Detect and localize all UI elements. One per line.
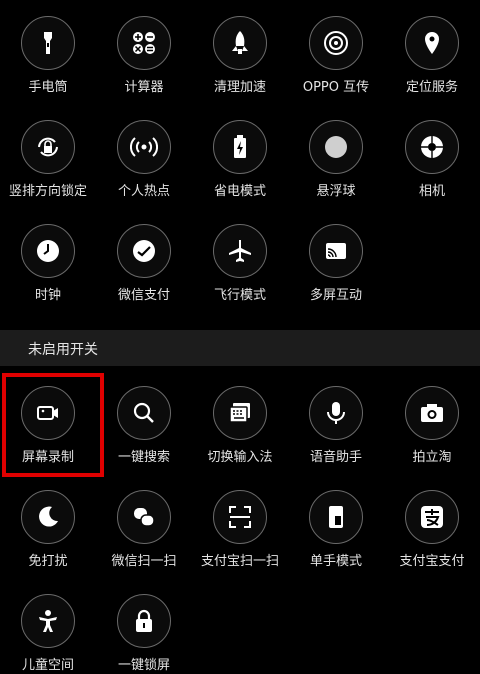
- tile-label: 个人热点: [117, 184, 170, 199]
- tile-label: 相机: [418, 184, 445, 199]
- rocket-icon: [213, 16, 267, 70]
- tile-label: 支付宝扫一扫: [200, 554, 279, 569]
- tile-airplane-mode[interactable]: 飞行模式: [192, 224, 288, 304]
- microphone-icon: [309, 386, 363, 440]
- tile-one-hand-mode[interactable]: 单手模式: [288, 490, 384, 570]
- tile-rotation-lock[interactable]: 竖排方向锁定: [0, 120, 96, 200]
- tile-label: 微信扫一扫: [111, 554, 177, 569]
- tile-screen-record[interactable]: 屏幕录制: [0, 386, 96, 466]
- tile-one-key-lock[interactable]: 一键锁屏: [96, 594, 192, 674]
- tile-voice-assistant[interactable]: 语音助手: [288, 386, 384, 466]
- tile-wechat-pay[interactable]: 微信支付: [96, 224, 192, 304]
- flashlight-icon: [21, 16, 75, 70]
- hotspot-icon: [117, 120, 171, 174]
- tile-label: 切换输入法: [207, 450, 273, 465]
- tile-one-key-search[interactable]: 一键搜索: [96, 386, 192, 466]
- tile-label: 屏幕录制: [21, 450, 74, 465]
- battery-bolt-icon: [213, 120, 267, 174]
- location-pin-icon: [405, 16, 459, 70]
- tile-label: 计算器: [124, 80, 164, 95]
- tile-label: 一键锁屏: [117, 658, 170, 673]
- alipay-icon: [405, 490, 459, 544]
- rotation-lock-icon: [21, 120, 75, 174]
- video-camera-icon: [21, 386, 75, 440]
- scan-frame-icon: [213, 490, 267, 544]
- tile-label: 免打扰: [28, 554, 68, 569]
- tile-do-not-disturb[interactable]: 免打扰: [0, 490, 96, 570]
- camera-icon: [405, 386, 459, 440]
- wechat-scan-icon: [117, 490, 171, 544]
- keyboard-icon: [213, 386, 267, 440]
- tile-switch-input[interactable]: 切换输入法: [192, 386, 288, 466]
- airplane-icon: [213, 224, 267, 278]
- cast-icon: [309, 224, 363, 278]
- tile-calculator[interactable]: 计算器: [96, 16, 192, 96]
- one-hand-phone-icon: [309, 490, 363, 544]
- tile-label: 飞行模式: [213, 288, 266, 303]
- tile-pailitao[interactable]: 拍立淘: [384, 386, 480, 466]
- tile-cleanup[interactable]: 清理加速: [192, 16, 288, 96]
- tile-camera[interactable]: 相机: [384, 120, 480, 200]
- tile-multi-screen[interactable]: 多屏互动: [288, 224, 384, 304]
- tile-label: 一键搜索: [117, 450, 170, 465]
- child-icon: [21, 594, 75, 648]
- tile-label: 儿童空间: [21, 658, 74, 673]
- tile-label: 定位服务: [405, 80, 458, 95]
- tile-label: 微信支付: [117, 288, 170, 303]
- floating-ball-icon: [309, 120, 363, 174]
- tile-label: 悬浮球: [316, 184, 356, 199]
- tile-label: 单手模式: [309, 554, 362, 569]
- tile-power-saving[interactable]: 省电模式: [192, 120, 288, 200]
- clock-icon: [21, 224, 75, 278]
- tile-oppo-share[interactable]: OPPO 互传: [288, 16, 384, 96]
- tile-label: 手电筒: [28, 80, 68, 95]
- tile-flashlight[interactable]: 手电筒: [0, 16, 96, 96]
- tile-alipay-pay[interactable]: 支付宝支付: [384, 490, 480, 570]
- tile-label: 多屏互动: [309, 288, 362, 303]
- tile-hotspot[interactable]: 个人热点: [96, 120, 192, 200]
- tile-clock[interactable]: 时钟: [0, 224, 96, 304]
- search-icon: [117, 386, 171, 440]
- wechat-pay-icon: [117, 224, 171, 278]
- tile-kids-space[interactable]: 儿童空间: [0, 594, 96, 674]
- tile-alipay-scan[interactable]: 支付宝扫一扫: [192, 490, 288, 570]
- moon-icon: [21, 490, 75, 544]
- calculator-icon: [117, 16, 171, 70]
- tile-label: OPPO 互传: [302, 80, 370, 95]
- lock-icon: [117, 594, 171, 648]
- tile-label: 时钟: [34, 288, 61, 303]
- aperture-icon: [405, 120, 459, 174]
- section-header-disabled: 未启用开关: [0, 330, 480, 366]
- tile-label: 拍立淘: [412, 450, 452, 465]
- tile-location[interactable]: 定位服务: [384, 16, 480, 96]
- tile-floating-ball[interactable]: 悬浮球: [288, 120, 384, 200]
- tile-label: 清理加速: [213, 80, 266, 95]
- tile-label: 竖排方向锁定: [8, 184, 87, 199]
- share-wave-icon: [309, 16, 363, 70]
- section-title: 未启用开关: [28, 342, 98, 358]
- tile-wechat-scan[interactable]: 微信扫一扫: [96, 490, 192, 570]
- tile-label: 支付宝支付: [399, 554, 465, 569]
- tile-label: 语音助手: [309, 450, 362, 465]
- tile-label: 省电模式: [213, 184, 266, 199]
